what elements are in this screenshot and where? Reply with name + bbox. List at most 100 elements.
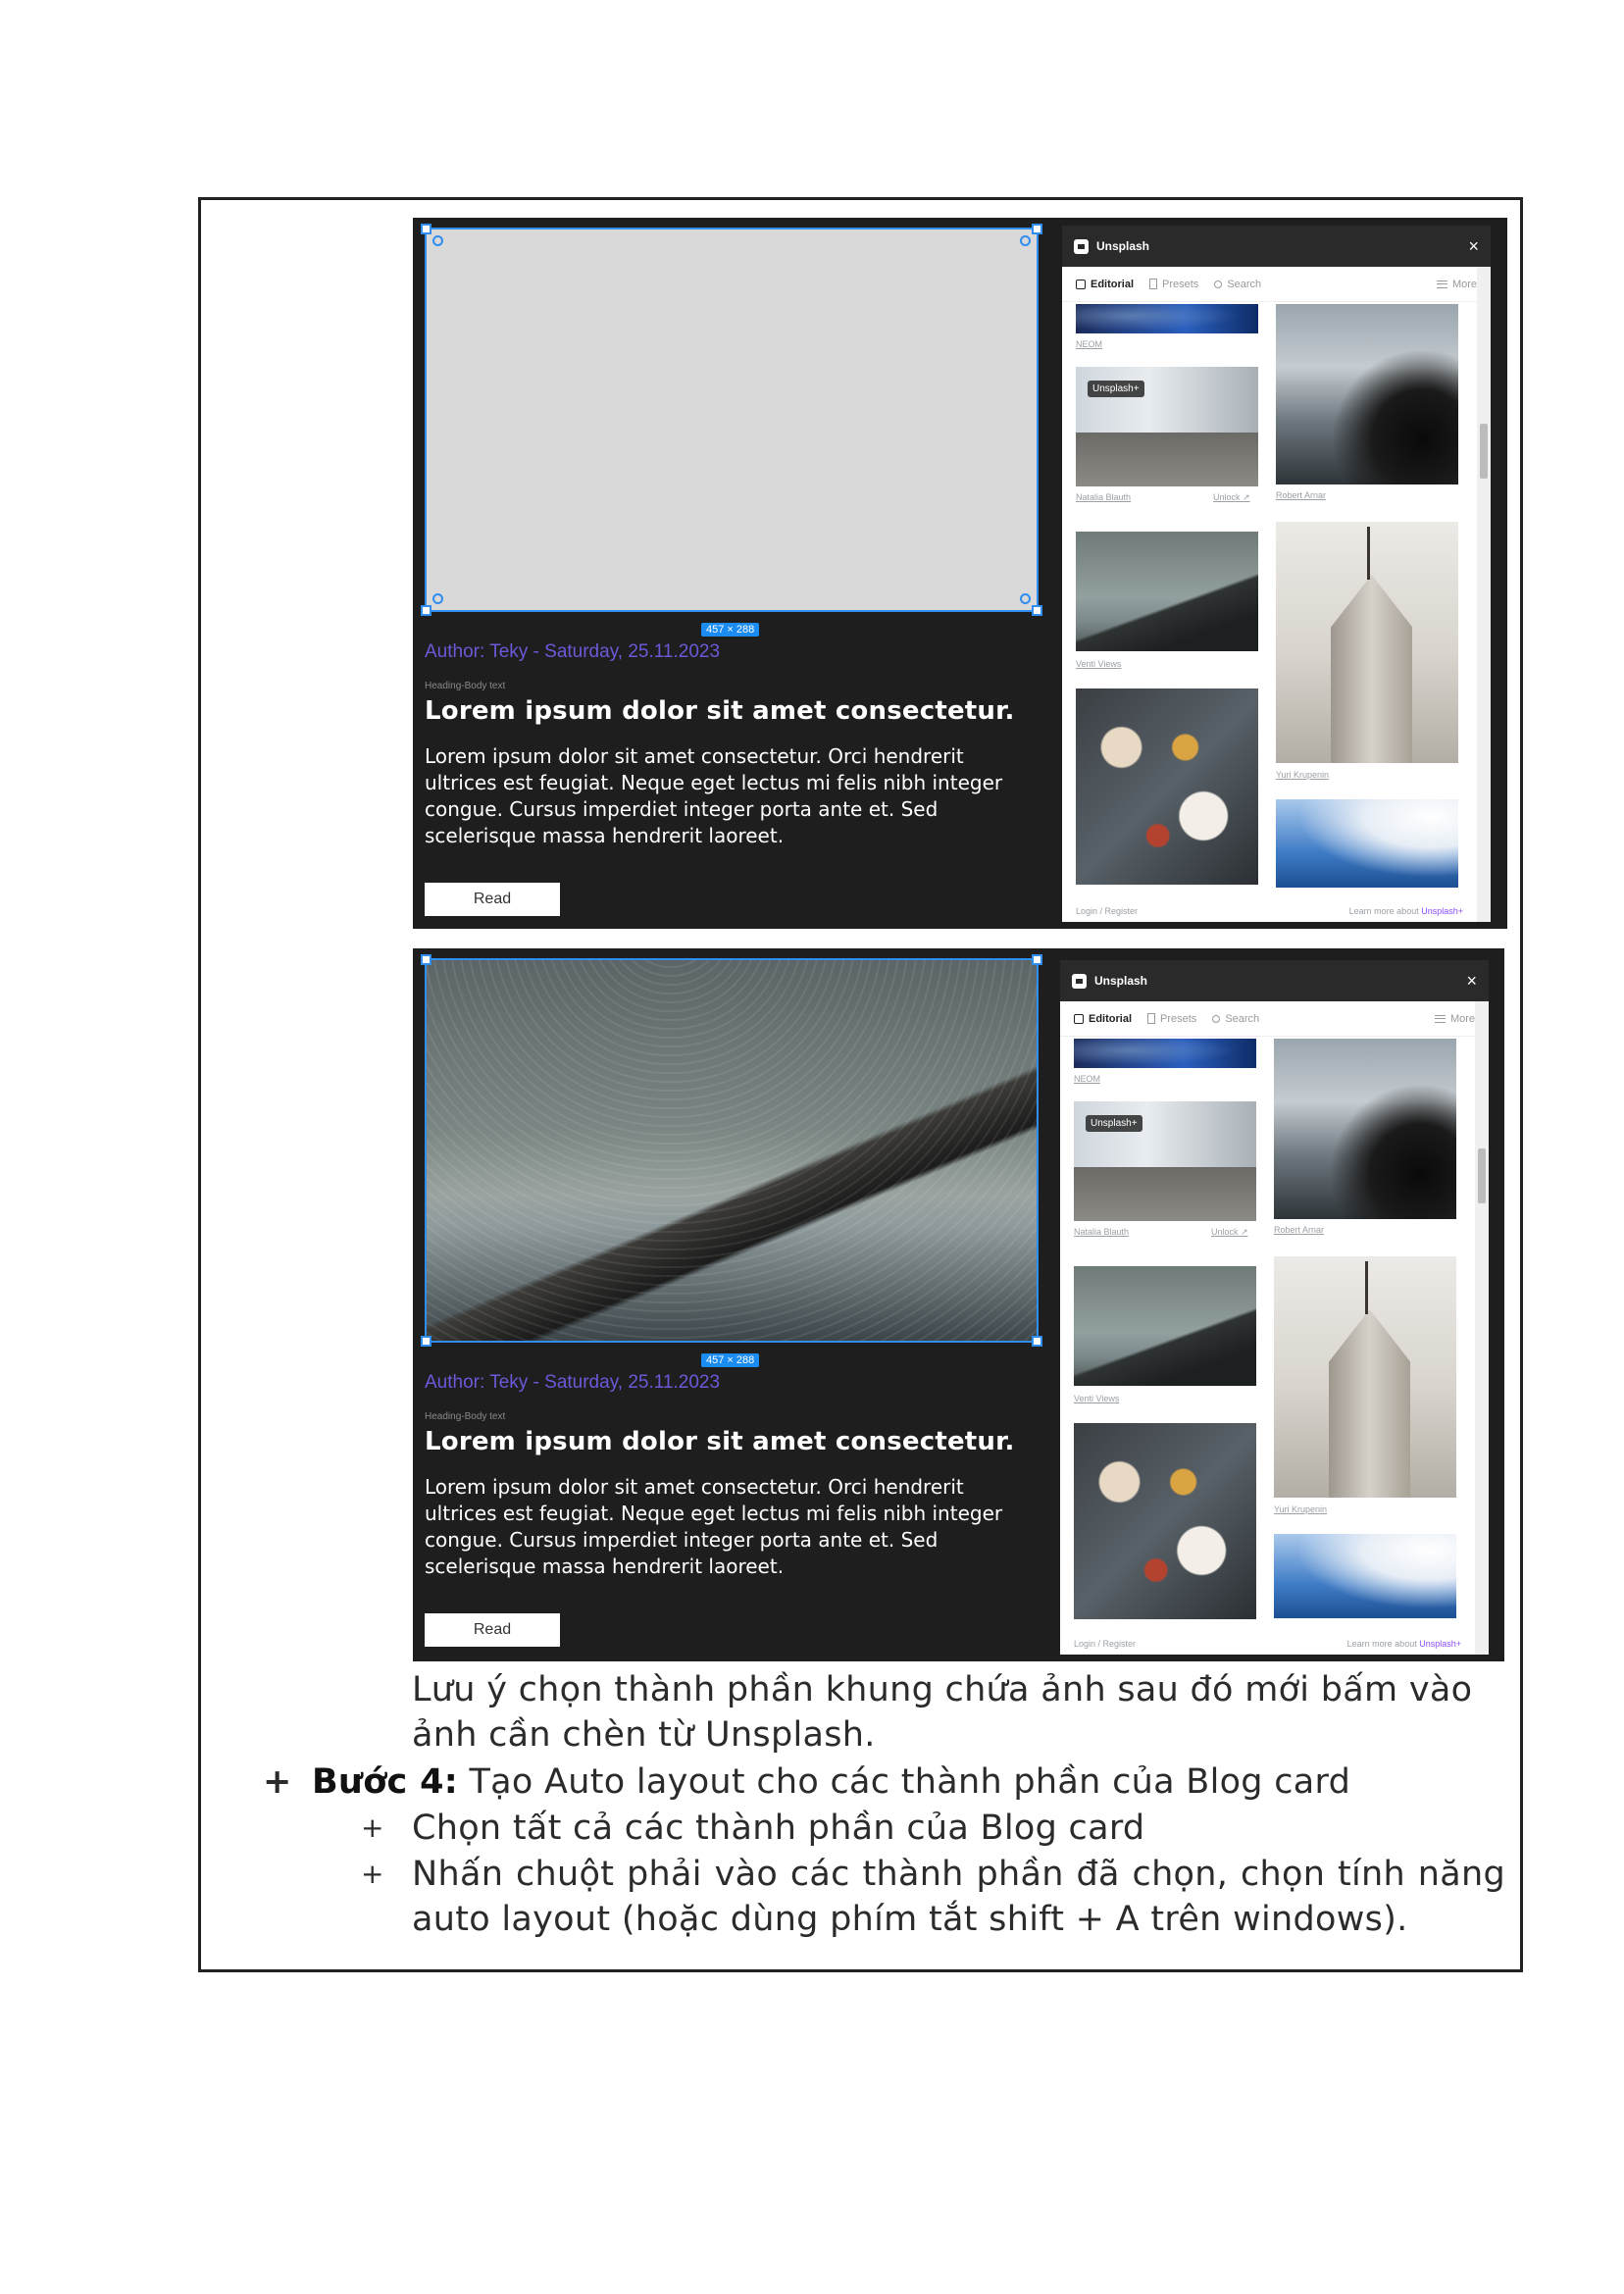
church-cross (1367, 526, 1370, 581)
resize-handle[interactable] (421, 224, 431, 234)
read-button[interactable]: Read (425, 883, 560, 916)
church-shape (1328, 1309, 1411, 1498)
resize-handle[interactable] (1032, 954, 1042, 965)
caption-natalia[interactable]: Natalia Blauth (1074, 1227, 1129, 1237)
editorial-icon (1076, 279, 1086, 289)
tab-label: Editorial (1089, 1012, 1133, 1025)
caption-yuri[interactable]: Yuri Krupenin (1274, 1504, 1327, 1514)
more-button[interactable]: More (1436, 278, 1477, 290)
tab-label: Search (1225, 1012, 1260, 1025)
more-label: More (1449, 1012, 1475, 1025)
sub-item-2-text: Nhấn chuột phải vào các thành phần đã ch… (412, 1855, 1505, 1939)
plugin-header: Unsplash × (1062, 226, 1491, 267)
layer-tag: Heading-Body text (425, 1411, 506, 1422)
tab-search[interactable]: Search (1212, 1013, 1259, 1025)
more-label: More (1451, 278, 1477, 290)
radius-handle[interactable] (1020, 593, 1031, 604)
sub-bullet: + (361, 1858, 384, 1890)
unlock-link[interactable]: Unlock ↗ (1213, 492, 1250, 503)
figma-screenshot-placeholder: 457 × 288 Author: Teky - Saturday, 25.11… (413, 218, 1507, 929)
caption-robert[interactable]: Robert Arnar (1274, 1225, 1324, 1235)
thumbnail-food[interactable] (1076, 688, 1258, 885)
thumbnail-church[interactable] (1274, 1256, 1456, 1498)
radius-handle[interactable] (432, 593, 443, 604)
unsplash-logo-icon (1072, 973, 1087, 989)
tab-presets[interactable]: Presets (1149, 279, 1198, 290)
plugin-footer: Login / Register Learn more about Unspla… (1060, 1633, 1475, 1655)
unsplash-logo-icon (1074, 238, 1089, 254)
login-register-link[interactable]: Login / Register (1074, 1639, 1136, 1649)
scrollbar[interactable] (1475, 1001, 1489, 1655)
sub-bullet: + (361, 1811, 384, 1844)
plugin-footer: Login / Register Learn more about Unspla… (1062, 900, 1477, 922)
card-heading: Lorem ipsum dolor sit amet consectetur. (425, 696, 1015, 726)
tab-editorial[interactable]: Editorial (1074, 1013, 1132, 1025)
read-button[interactable]: Read (425, 1613, 560, 1647)
church-cross (1365, 1260, 1368, 1315)
thumbnail-car[interactable] (1274, 1039, 1456, 1219)
resize-handle[interactable] (1032, 1336, 1042, 1347)
note-paragraph: Lưu ý chọn thành phần khung chứa ảnh sau… (412, 1670, 1473, 1755)
caption-venti[interactable]: Venti Views (1076, 659, 1121, 669)
thumbnail-venti[interactable] (1076, 532, 1258, 651)
menu-icon (1434, 1014, 1446, 1023)
caption-yuri[interactable]: Yuri Krupenin (1276, 770, 1329, 780)
login-register-link[interactable]: Login / Register (1076, 906, 1138, 916)
card-body-text: Lorem ipsum dolor sit amet consectetur. … (425, 1475, 1003, 1578)
card-body-text: Lorem ipsum dolor sit amet consectetur. … (425, 744, 1003, 847)
plugin-title: Unsplash (1094, 974, 1148, 988)
radius-handle[interactable] (432, 235, 443, 246)
unlock-link[interactable]: Unlock ↗ (1211, 1227, 1248, 1238)
resize-handle[interactable] (1032, 224, 1042, 234)
editorial-icon (1074, 1013, 1084, 1024)
card-heading: Lorem ipsum dolor sit amet consectetur. (425, 1427, 1015, 1456)
resize-handle[interactable] (1032, 605, 1042, 616)
thumbnail-car[interactable] (1276, 304, 1458, 484)
scroll-thumb[interactable] (1478, 1148, 1486, 1203)
caption-venti[interactable]: Venti Views (1074, 1394, 1119, 1403)
caption-neom[interactable]: NEOM (1076, 339, 1102, 349)
unsplash-plugin-panel: Unsplash × Editorial Presets Search More… (1062, 226, 1491, 922)
resize-handle[interactable] (421, 605, 431, 616)
thumbnail-food[interactable] (1074, 1423, 1256, 1619)
close-icon[interactable]: × (1466, 971, 1477, 992)
plugin-title: Unsplash (1096, 239, 1150, 253)
thumbnail-room[interactable]: Unsplash+ (1076, 367, 1258, 486)
caption-robert[interactable]: Robert Arnar (1276, 490, 1326, 500)
thumbnail-venti[interactable] (1074, 1266, 1256, 1386)
scrollbar[interactable] (1477, 267, 1491, 922)
learn-more-link[interactable]: Learn more about Unsplash+ (1349, 906, 1463, 916)
tab-presets[interactable]: Presets (1147, 1013, 1196, 1025)
scroll-thumb[interactable] (1480, 424, 1488, 479)
resize-handle[interactable] (421, 954, 431, 965)
thumbnail-neom[interactable] (1074, 1039, 1256, 1068)
learn-more-link[interactable]: Learn more about Unsplash+ (1347, 1639, 1461, 1649)
bookmark-icon (1149, 279, 1158, 289)
caption-neom[interactable]: NEOM (1074, 1074, 1100, 1084)
size-badge: 457 × 288 (701, 1353, 760, 1367)
unsplash-plugin-panel: Unsplash × Editorial Presets Search More… (1060, 960, 1489, 1655)
plugin-tabs: Editorial Presets Search More (1062, 267, 1491, 302)
author-line: Author: Teky - Saturday, 25.11.2023 (425, 1372, 721, 1393)
plugin-tabs: Editorial Presets Search More (1060, 1001, 1489, 1037)
thumbnail-sea[interactable] (1276, 799, 1458, 888)
thumbnail-neom[interactable] (1076, 304, 1258, 333)
more-button[interactable]: More (1434, 1012, 1475, 1025)
thumbnail-church[interactable] (1276, 522, 1458, 763)
tab-label: Editorial (1091, 278, 1135, 290)
tab-editorial[interactable]: Editorial (1076, 279, 1134, 290)
image-frame-placeholder[interactable] (421, 224, 1042, 616)
resize-handle[interactable] (421, 1336, 431, 1347)
star-trails (427, 960, 1037, 1341)
thumbnail-room[interactable]: Unsplash+ (1074, 1101, 1256, 1221)
figma-screenshot-filled: 457 × 288 Author: Teky - Saturday, 25.11… (413, 948, 1504, 1661)
church-shape (1330, 575, 1413, 763)
step-text: Tạo Auto layout cho các thành phần của B… (458, 1762, 1351, 1802)
close-icon[interactable]: × (1468, 236, 1479, 257)
caption-natalia[interactable]: Natalia Blauth (1076, 492, 1131, 502)
tab-label: Search (1227, 278, 1262, 290)
tab-search[interactable]: Search (1214, 279, 1261, 290)
image-frame-filled[interactable] (421, 954, 1042, 1347)
thumbnail-sea[interactable] (1274, 1534, 1456, 1618)
radius-handle[interactable] (1020, 235, 1031, 246)
